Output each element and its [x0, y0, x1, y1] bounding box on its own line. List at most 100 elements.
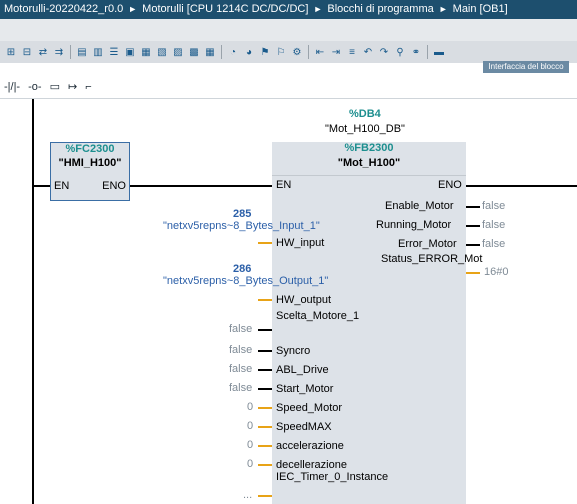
hw-output-symbol[interactable]: "netxv5repns~8_Bytes_Output_1"	[163, 275, 328, 288]
next-bookmark-icon[interactable]: ⚐	[274, 45, 288, 59]
monitor-icon[interactable]: ◔	[226, 45, 240, 59]
input-pin-accelerazione[interactable]: accelerazione	[276, 440, 344, 453]
delete-network-icon[interactable]: ⊟	[20, 45, 34, 59]
input-wire	[258, 388, 272, 390]
breadcrumb-separator-icon: ►	[128, 4, 138, 14]
output-value-status-error-mot[interactable]: 16#0	[484, 266, 508, 279]
input-value-decellerazione[interactable]: 0	[247, 458, 253, 471]
lad-network[interactable]: %FC2300 "HMI_H100" EN ENO %DB4 "Mot_H100…	[0, 99, 577, 504]
input-wire	[258, 242, 272, 244]
instance-db-address: %DB4	[349, 108, 381, 120]
grid-icon[interactable]: ▦	[203, 45, 217, 59]
coil-icon[interactable]: -o-	[28, 81, 41, 93]
rung-wire	[34, 185, 50, 187]
toolbar-divider	[308, 45, 309, 59]
input-pin-scelta-motore-1[interactable]: Scelta_Motore_1	[276, 310, 366, 323]
output-wire	[466, 206, 480, 208]
list-icon[interactable]: ☰	[107, 45, 121, 59]
fc-name: "HMI_H100"	[58, 157, 122, 169]
input-value-start-motor[interactable]: false	[229, 382, 252, 395]
output-pin-running-motor[interactable]: Running_Motor	[376, 219, 451, 232]
output-value-enable-motor[interactable]: false	[482, 200, 505, 213]
output-wire	[466, 225, 480, 227]
editor-header-strip	[0, 19, 577, 41]
input-value-speedmax[interactable]: 0	[247, 420, 253, 433]
fc-eno-pin[interactable]: ENO	[102, 180, 126, 193]
show-all-icon[interactable]: ▩	[187, 45, 201, 59]
fb-eno-pin[interactable]: ENO	[438, 179, 462, 192]
output-pin-enable-motor[interactable]: Enable_Motor	[385, 200, 454, 213]
instance-db-name[interactable]: "Mot_H100_DB"	[325, 123, 405, 135]
fb-header-divider	[272, 175, 466, 176]
hw-input-symbol[interactable]: "netxv5repns~8_Bytes_Input_1"	[163, 220, 320, 233]
normally-closed-contact-icon[interactable]: -|/|-	[4, 81, 20, 93]
favorites-icon[interactable]: ▧	[155, 45, 169, 59]
input-pin-abl-drive[interactable]: ABL_Drive	[276, 364, 329, 377]
bookmark-icon[interactable]: ⚑	[258, 45, 272, 59]
close-branch-icon[interactable]: ⌐	[85, 81, 91, 93]
align-icon[interactable]: ≡	[345, 45, 359, 59]
absolute-operands-icon[interactable]: ▦	[139, 45, 153, 59]
input-value-scelta-motore-1[interactable]: false	[229, 323, 252, 336]
indent-icon[interactable]: ⇤	[313, 45, 327, 59]
output-wire	[466, 244, 480, 246]
input-wire	[258, 329, 272, 331]
output-pin-error-motor[interactable]: Error_Motor	[398, 238, 457, 251]
breadcrumb-separator-icon: ►	[313, 4, 323, 14]
breadcrumb-folder[interactable]: Blocchi di programma	[327, 0, 433, 19]
lad-instruction-toolbar: -|/|- -o- ▭ ↦ ⌐	[0, 75, 577, 99]
go-forward-icon[interactable]: ↷	[377, 45, 391, 59]
layout-icon[interactable]: ▬	[432, 45, 446, 59]
prev-bookmark-icon[interactable]: ⚙	[290, 45, 304, 59]
input-wire	[258, 426, 272, 428]
output-value-running-motor[interactable]: false	[482, 219, 505, 232]
network-overview-icon[interactable]: ⇉	[52, 45, 66, 59]
breadcrumb-block[interactable]: Main [OB1]	[453, 0, 508, 19]
block-interface-tab[interactable]: Interfaccia del blocco	[483, 61, 569, 73]
input-value-syncro[interactable]: false	[229, 344, 252, 357]
insert-network-icon[interactable]: ⊞	[4, 45, 18, 59]
monitoring-on-off-icon[interactable]: ⚲	[393, 45, 407, 59]
input-pin-iec-timer-instance[interactable]: IEC_Timer_0_Instance	[276, 471, 388, 484]
breadcrumb: Motorulli-20220422_r0.0 ► Motorulli [CPU 1…	[0, 0, 577, 19]
fc-block[interactable]: %FC2300 "HMI_H100" EN ENO	[50, 142, 130, 201]
input-pin-syncro[interactable]: Syncro	[276, 345, 310, 358]
input-pin-hw-output[interactable]: HW_output	[276, 294, 331, 307]
open-branch-icon[interactable]: ↦	[68, 80, 77, 93]
fb-name: "Mot_H100"	[337, 157, 401, 169]
go-back-icon[interactable]: ↶	[361, 45, 375, 59]
goto-icon[interactable]: ◕	[242, 45, 256, 59]
network-icon[interactable]: ⇄	[36, 45, 50, 59]
input-wire	[258, 299, 272, 301]
fb-en-pin[interactable]: EN	[276, 179, 291, 192]
input-pin-speedmax[interactable]: SpeedMAX	[276, 421, 332, 434]
collapse-icon[interactable]: ▤	[75, 45, 89, 59]
input-wire	[258, 464, 272, 466]
input-value-iec-timer-instance[interactable]: ...	[243, 489, 252, 502]
outdent-icon[interactable]: ⇥	[329, 45, 343, 59]
toolbar-divider	[70, 45, 71, 59]
fc-en-pin[interactable]: EN	[54, 180, 69, 193]
tia-portal-lad-editor: Motorulli-20220422_r0.0 ► Motorulli [CPU 1…	[0, 0, 577, 504]
fb-address: %FB2300	[344, 142, 394, 154]
input-wire	[258, 350, 272, 352]
link-icon[interactable]: ⚭	[409, 45, 423, 59]
toolbar-divider	[221, 45, 222, 59]
input-value-accelerazione[interactable]: 0	[247, 439, 253, 452]
rung-wire	[130, 185, 272, 187]
output-pin-status-error-mot[interactable]: Status_ERROR_Mot	[381, 253, 482, 266]
empty-box-icon[interactable]: ▭	[50, 80, 60, 93]
block-editor-toolbar: ⊞ ⊟ ⇄ ⇉ ▤ ▥ ☰ ▣ ▦ ▧ ▨ ▩ ▦ ◔ ◕ ⚑ ⚐ ⚙ ⇤ ⇥ …	[0, 41, 577, 63]
expand-icon[interactable]: ▥	[91, 45, 105, 59]
input-pin-start-motor[interactable]: Start_Motor	[276, 383, 333, 396]
breadcrumb-device[interactable]: Motorulli [CPU 1214C DC/DC/DC]	[142, 0, 308, 19]
fc-address: %FC2300	[65, 143, 115, 155]
comments-icon[interactable]: ▣	[123, 45, 137, 59]
output-value-error-motor[interactable]: false	[482, 238, 505, 251]
input-pin-speed-motor[interactable]: Speed_Motor	[276, 402, 342, 415]
input-value-abl-drive[interactable]: false	[229, 363, 252, 376]
breadcrumb-project[interactable]: Motorulli-20220422_r0.0	[4, 0, 123, 19]
input-pin-hw-input[interactable]: HW_input	[276, 237, 324, 250]
field-width-icon[interactable]: ▨	[171, 45, 185, 59]
input-value-speed-motor[interactable]: 0	[247, 401, 253, 414]
